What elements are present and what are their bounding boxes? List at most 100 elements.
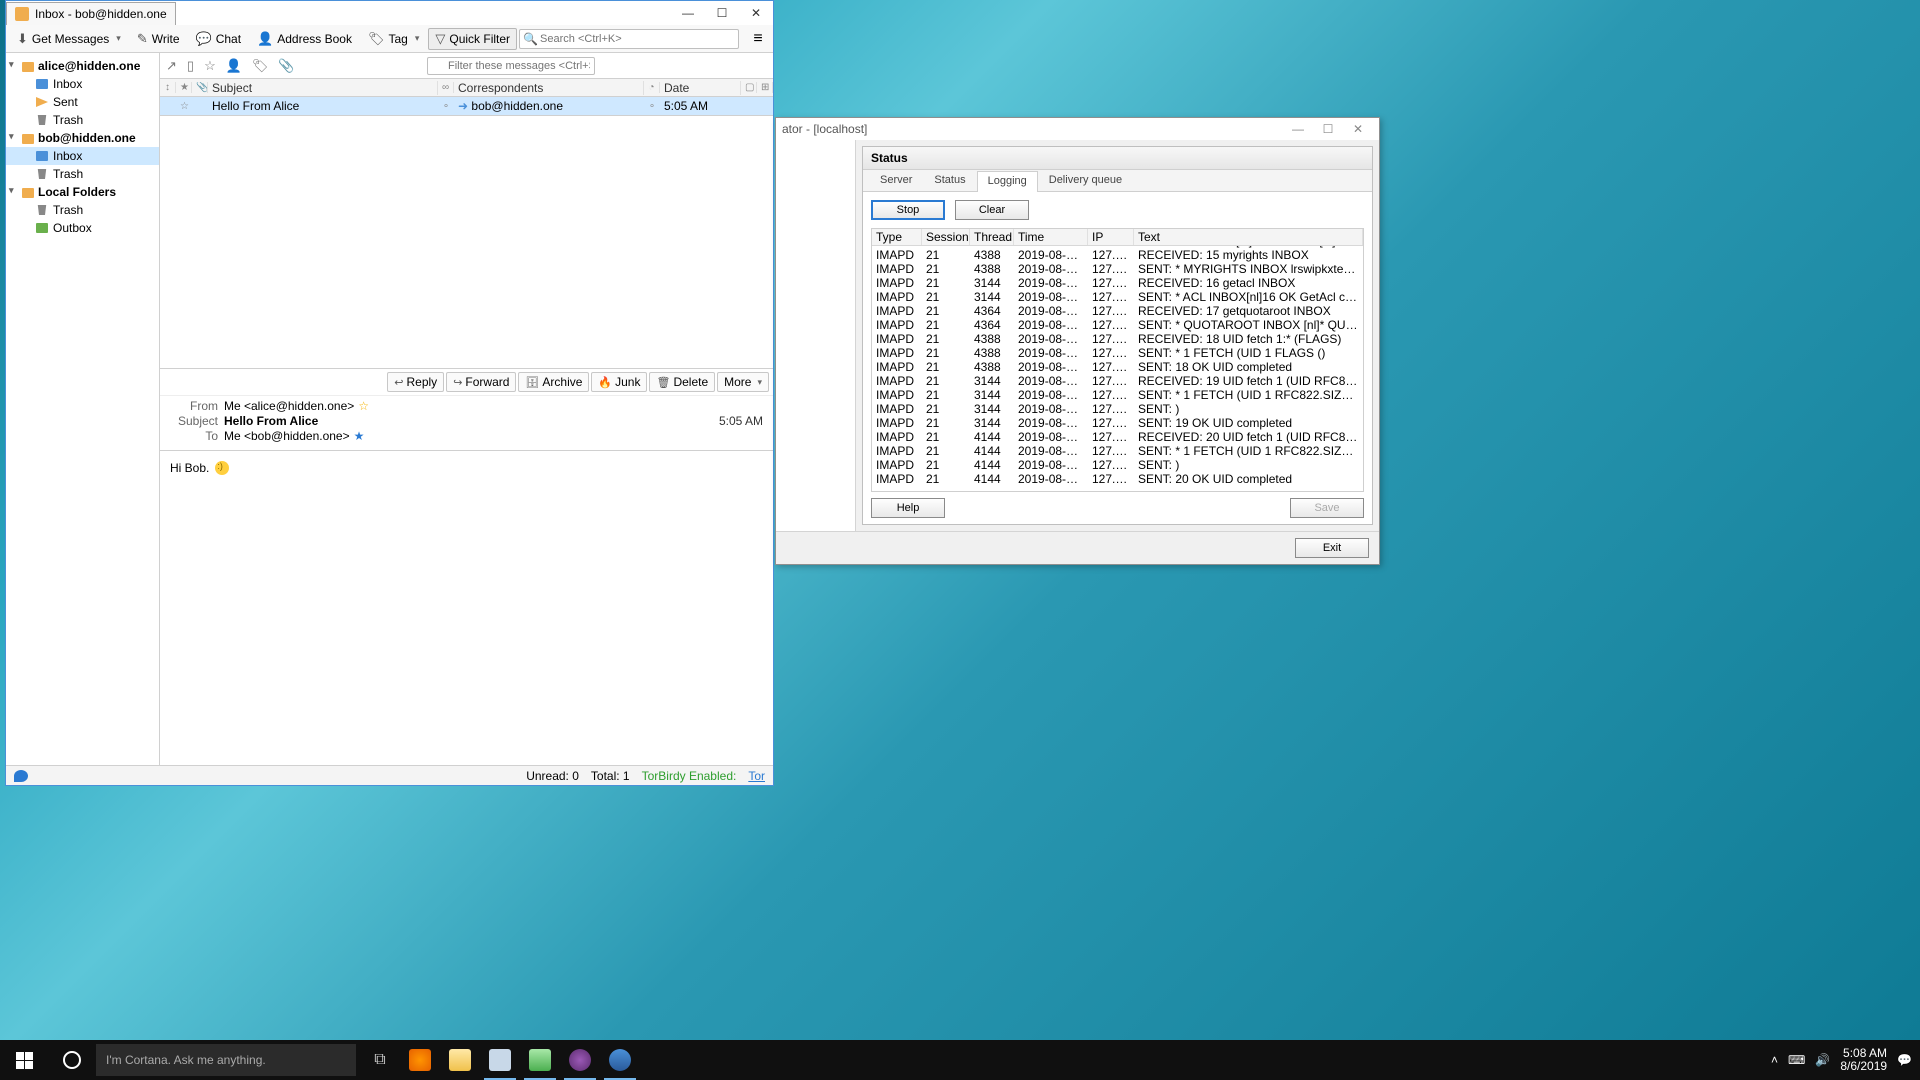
to-value: Me <bob@hidden.one>	[224, 429, 350, 443]
folder-trash[interactable]: Trash	[6, 165, 159, 183]
close-button[interactable]: ✕	[1343, 122, 1373, 136]
tag-icon: 🏷	[368, 31, 385, 47]
log-row[interactable]: IMAPD2131442019-08-06 05:...127.0.0.1SEN…	[872, 416, 1363, 430]
log-table: Type Session Thread Time IP Text IMAPD21…	[871, 228, 1364, 492]
reply-button[interactable]: ↩Reply	[387, 372, 444, 392]
folder-outbox[interactable]: Outbox	[6, 219, 159, 237]
log-row[interactable]: IMAPD2143882019-08-06 05:...127.0.0.1REC…	[872, 248, 1363, 262]
unread-icon[interactable]: ▯	[187, 58, 194, 74]
notifications-icon[interactable]: 💬	[1897, 1053, 1912, 1067]
firefox-app[interactable]	[400, 1040, 440, 1080]
help-button[interactable]: Help	[871, 498, 945, 518]
folder-trash[interactable]: Trash	[6, 111, 159, 129]
pin-icon[interactable]: ↗	[166, 58, 177, 74]
log-row[interactable]: IMAPD2141442019-08-06 05:...127.0.0.1SEN…	[872, 444, 1363, 458]
log-rows[interactable]: IMAPD2143642019-08-06 05:...127.0.0.1SEN…	[872, 246, 1363, 486]
account-header[interactable]: alice@hidden.one	[6, 57, 159, 75]
search-icon: 🔍	[523, 32, 538, 46]
account-header[interactable]: Local Folders	[6, 183, 159, 201]
message-row[interactable]: ☆ Hello From Alice ∘ ➜ bob@hidden.one ∘ …	[160, 97, 773, 115]
log-row[interactable]: IMAPD2143882019-08-06 05:...127.0.0.1SEN…	[872, 360, 1363, 374]
close-button[interactable]: ✕	[739, 2, 773, 24]
log-row[interactable]: IMAPD2141442019-08-06 05:...127.0.0.1SEN…	[872, 458, 1363, 472]
log-header[interactable]: Type Session Thread Time IP Text	[872, 229, 1363, 246]
tab-delivery-queue[interactable]: Delivery queue	[1038, 170, 1133, 191]
log-row[interactable]: IMAPD2131442019-08-06 05:...127.0.0.1SEN…	[872, 290, 1363, 304]
log-row[interactable]: IMAPD2143882019-08-06 05:...127.0.0.1SEN…	[872, 346, 1363, 360]
get-messages-button[interactable]: ⬇Get Messages	[10, 28, 128, 50]
minimize-button[interactable]: —	[671, 2, 705, 24]
window-title: Inbox - bob@hidden.one	[35, 7, 167, 21]
archive-button[interactable]: 🗄Archive	[518, 372, 589, 392]
delete-button[interactable]: 🗑Delete	[649, 372, 715, 392]
tor-link[interactable]: Tor	[748, 769, 765, 783]
log-row[interactable]: IMAPD2143882019-08-06 05:...127.0.0.1REC…	[872, 332, 1363, 346]
account-header[interactable]: bob@hidden.one	[6, 129, 159, 147]
star-icon[interactable]: ★	[354, 429, 365, 443]
log-row[interactable]: IMAPD2141442019-08-06 05:...127.0.0.1REC…	[872, 430, 1363, 444]
more-button[interactable]: More	[717, 372, 769, 392]
log-row[interactable]: IMAPD2131442019-08-06 05:...127.0.0.1REC…	[872, 276, 1363, 290]
start-button[interactable]	[0, 1040, 48, 1080]
forward-button[interactable]: ↪Forward	[446, 372, 516, 392]
maximize-button[interactable]: ☐	[1313, 122, 1343, 136]
folder-inbox[interactable]: Inbox	[6, 147, 159, 165]
msg-time: 5:05 AM	[719, 414, 763, 428]
column-headers[interactable]: ↕★📎 Subject ∞ Correspondents ◔ Date ▢⊞	[160, 79, 773, 97]
log-row[interactable]: IMAPD2143642019-08-06 05:...127.0.0.1SEN…	[872, 318, 1363, 332]
hmailadmin-app[interactable]	[520, 1040, 560, 1080]
col-subject[interactable]: Subject	[208, 81, 438, 95]
hmailserver-app[interactable]	[480, 1040, 520, 1080]
junk-button[interactable]: 🔥Junk	[591, 372, 647, 392]
explorer-app[interactable]	[440, 1040, 480, 1080]
thunderbird-app[interactable]	[600, 1040, 640, 1080]
status-bar: Unread: 0 Total: 1 TorBirdy Enabled: Tor	[6, 765, 773, 785]
filter-input[interactable]	[427, 57, 595, 75]
msg-date: 5:05 AM	[660, 99, 741, 113]
trash-icon	[36, 115, 48, 125]
search-input[interactable]	[519, 29, 739, 49]
stop-button[interactable]: Stop	[871, 200, 945, 220]
tor-app[interactable]	[560, 1040, 600, 1080]
quick-filter-button[interactable]: ▽Quick Filter	[428, 28, 517, 50]
log-row[interactable]: IMAPD2131442019-08-06 05:...127.0.0.1SEN…	[872, 402, 1363, 416]
clear-button[interactable]: Clear	[955, 200, 1029, 220]
volume-icon[interactable]: 🔊	[1815, 1053, 1830, 1067]
chevron-up-icon[interactable]: ˄	[1771, 1053, 1778, 1067]
log-row[interactable]: IMAPD2143882019-08-06 05:...127.0.0.1SEN…	[872, 262, 1363, 276]
tag-filter-icon[interactable]: 🏷	[252, 58, 269, 74]
thunderbird-icon[interactable]	[14, 770, 28, 782]
cortana-search[interactable]: I'm Cortana. Ask me anything.	[96, 1044, 356, 1076]
clock[interactable]: 5:08 AM 8/6/2019	[1840, 1047, 1887, 1073]
keyboard-icon[interactable]: ⌨	[1788, 1053, 1805, 1067]
log-row[interactable]: IMAPD2141442019-08-06 05:...127.0.0.1SEN…	[872, 472, 1363, 486]
tab-status[interactable]: Status	[923, 170, 976, 191]
log-row[interactable]: IMAPD2131442019-08-06 05:...127.0.0.1REC…	[872, 374, 1363, 388]
maximize-button[interactable]: ☐	[705, 2, 739, 24]
minimize-button[interactable]: —	[1283, 122, 1313, 136]
star-icon[interactable]: ☆	[204, 58, 216, 74]
folder-inbox[interactable]: Inbox	[6, 75, 159, 93]
tab-server[interactable]: Server	[869, 170, 923, 191]
log-row[interactable]: IMAPD2131442019-08-06 05:...127.0.0.1SEN…	[872, 388, 1363, 402]
attachment-filter-icon[interactable]: 📎	[278, 58, 294, 74]
message-reader: ↩Reply ↪Forward 🗄Archive 🔥Junk 🗑Delete M…	[160, 368, 773, 765]
address-book-button[interactable]: 👤Address Book	[250, 28, 359, 50]
app-menu-button[interactable]: ≡	[747, 30, 769, 48]
col-date[interactable]: Date	[660, 81, 741, 95]
exit-button[interactable]: Exit	[1295, 538, 1369, 558]
write-button[interactable]: ✎Write	[130, 28, 187, 50]
log-row[interactable]: IMAPD2143642019-08-06 05:...127.0.0.1REC…	[872, 304, 1363, 318]
star-icon[interactable]: ☆	[358, 399, 369, 413]
col-correspondents[interactable]: Correspondents	[454, 81, 644, 95]
window-tab[interactable]: Inbox - bob@hidden.one	[6, 2, 176, 25]
tab-logging[interactable]: Logging	[977, 171, 1038, 192]
contact-filter-icon[interactable]: 👤	[226, 58, 242, 74]
tree-pane[interactable]	[776, 140, 856, 531]
chat-button[interactable]: 💬Chat	[189, 28, 249, 50]
task-view-button[interactable]: ⧉	[360, 1040, 400, 1080]
tag-button[interactable]: 🏷Tag	[361, 28, 426, 50]
folder-trash[interactable]: Trash	[6, 201, 159, 219]
folder-sent[interactable]: Sent	[6, 93, 159, 111]
cortana-icon[interactable]	[48, 1040, 96, 1080]
